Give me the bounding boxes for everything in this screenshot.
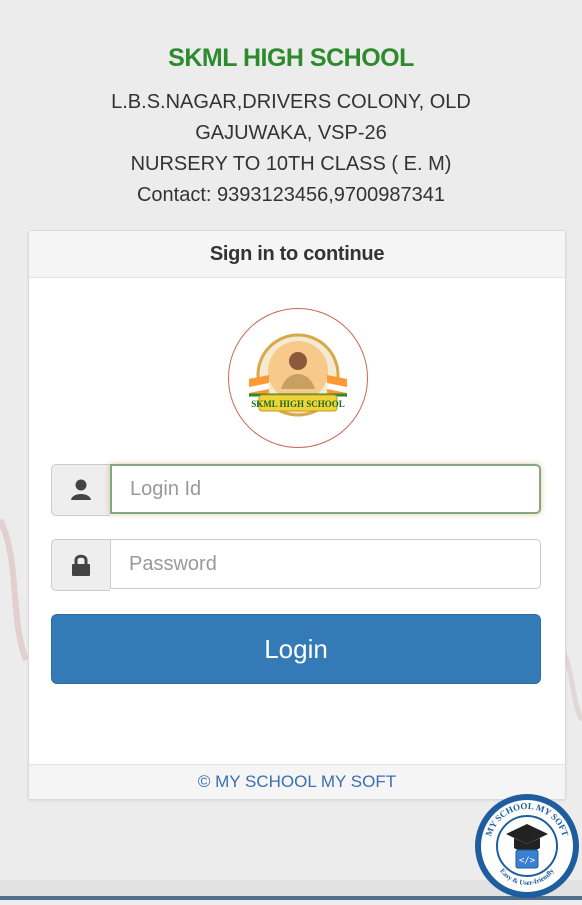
password-input[interactable] (110, 539, 541, 589)
svg-text:</>: </> (519, 856, 536, 866)
lock-icon (51, 539, 110, 591)
school-logo: SKML HIGH SCHOOL (228, 308, 368, 448)
school-name: SKML HIGH SCHOOL (168, 44, 414, 72)
panel-heading: Sign in to continue (29, 231, 565, 278)
login-panel: Sign in to continue SKML HIGH SCHOOL Log… (28, 230, 566, 800)
login-id-group (51, 464, 541, 516)
contact-info: Contact: 9393123456,9700987341 (136, 184, 446, 206)
my-school-my-soft-badge: MY SCHOOL MY SOFT Easy & User-friendly <… (472, 788, 582, 900)
user-icon (51, 464, 110, 516)
login-button[interactable]: Login (51, 614, 541, 684)
school-header: SKML HIGH SCHOOL L.B.S.NAGAR,DRIVERS COL… (0, 44, 582, 211)
address-line-2: GAJUWAKA, VSP-26 (195, 122, 387, 144)
address-line-1: L.B.S.NAGAR,DRIVERS COLONY, OLD (111, 91, 471, 113)
password-group (51, 539, 541, 591)
classes-info: NURSERY TO 10TH CLASS ( E. M) (130, 153, 452, 175)
svg-text:SKML HIGH SCHOOL: SKML HIGH SCHOOL (251, 399, 345, 409)
login-id-input[interactable] (110, 464, 541, 514)
